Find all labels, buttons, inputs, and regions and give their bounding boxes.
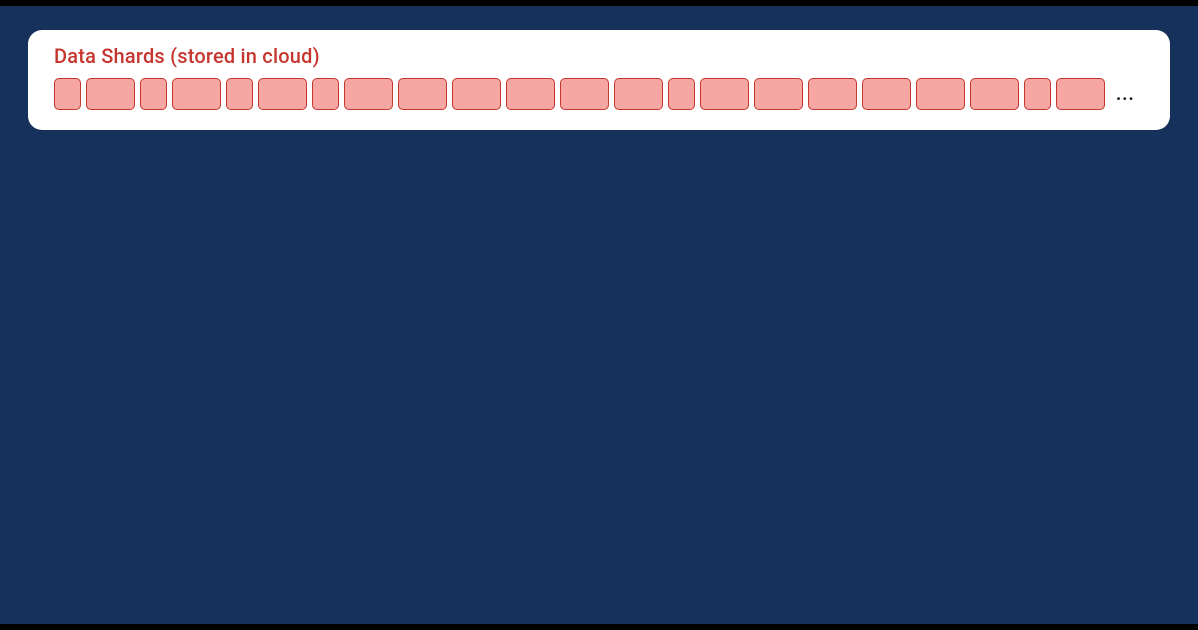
data-shard xyxy=(862,78,911,110)
data-shard xyxy=(172,78,221,110)
ellipsis-icon: ... xyxy=(1116,84,1135,105)
diagram-stage: Data Shards (stored in cloud) ... xyxy=(0,6,1198,624)
data-shards-row: ... xyxy=(54,78,1150,110)
data-shard xyxy=(970,78,1019,110)
data-shard xyxy=(668,78,695,110)
data-shard xyxy=(140,78,167,110)
data-shard xyxy=(258,78,307,110)
data-shard xyxy=(452,78,501,110)
data-shard xyxy=(916,78,965,110)
data-shards-title: Data Shards (stored in cloud) xyxy=(54,44,1150,68)
data-shard xyxy=(226,78,253,110)
data-shard xyxy=(808,78,857,110)
data-shard xyxy=(700,78,749,110)
data-shards-card: Data Shards (stored in cloud) ... xyxy=(28,30,1170,130)
data-shard xyxy=(1056,78,1105,110)
data-shard xyxy=(54,78,81,110)
data-shard xyxy=(86,78,135,110)
data-shard xyxy=(398,78,447,110)
data-shard xyxy=(560,78,609,110)
data-shard xyxy=(506,78,555,110)
data-shard xyxy=(312,78,339,110)
data-shard xyxy=(344,78,393,110)
data-shard xyxy=(754,78,803,110)
data-shard xyxy=(614,78,663,110)
data-shard xyxy=(1024,78,1051,110)
